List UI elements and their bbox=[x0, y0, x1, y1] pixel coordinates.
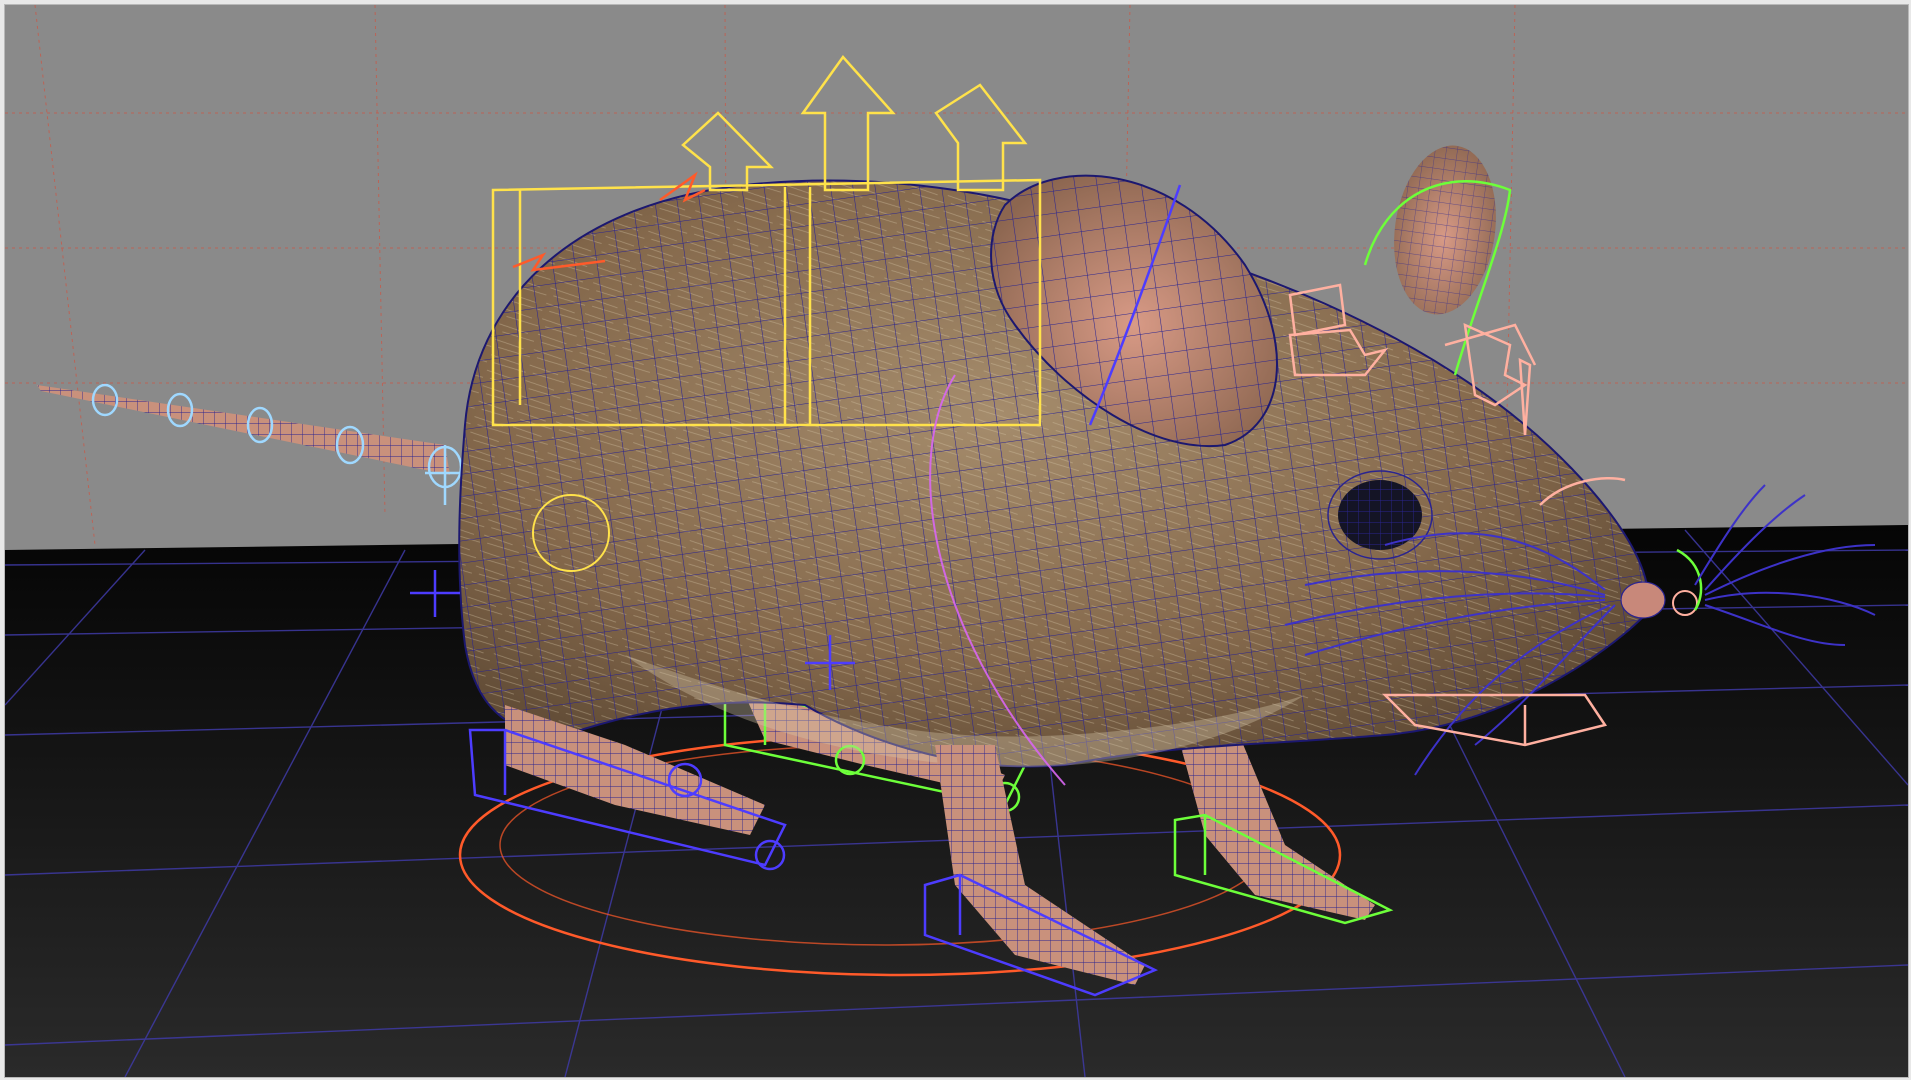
3d-viewport[interactable] bbox=[4, 4, 1909, 1078]
eye[interactable] bbox=[1327, 470, 1433, 560]
viewport-scene[interactable] bbox=[5, 5, 1908, 1077]
nose[interactable] bbox=[1620, 581, 1666, 619]
